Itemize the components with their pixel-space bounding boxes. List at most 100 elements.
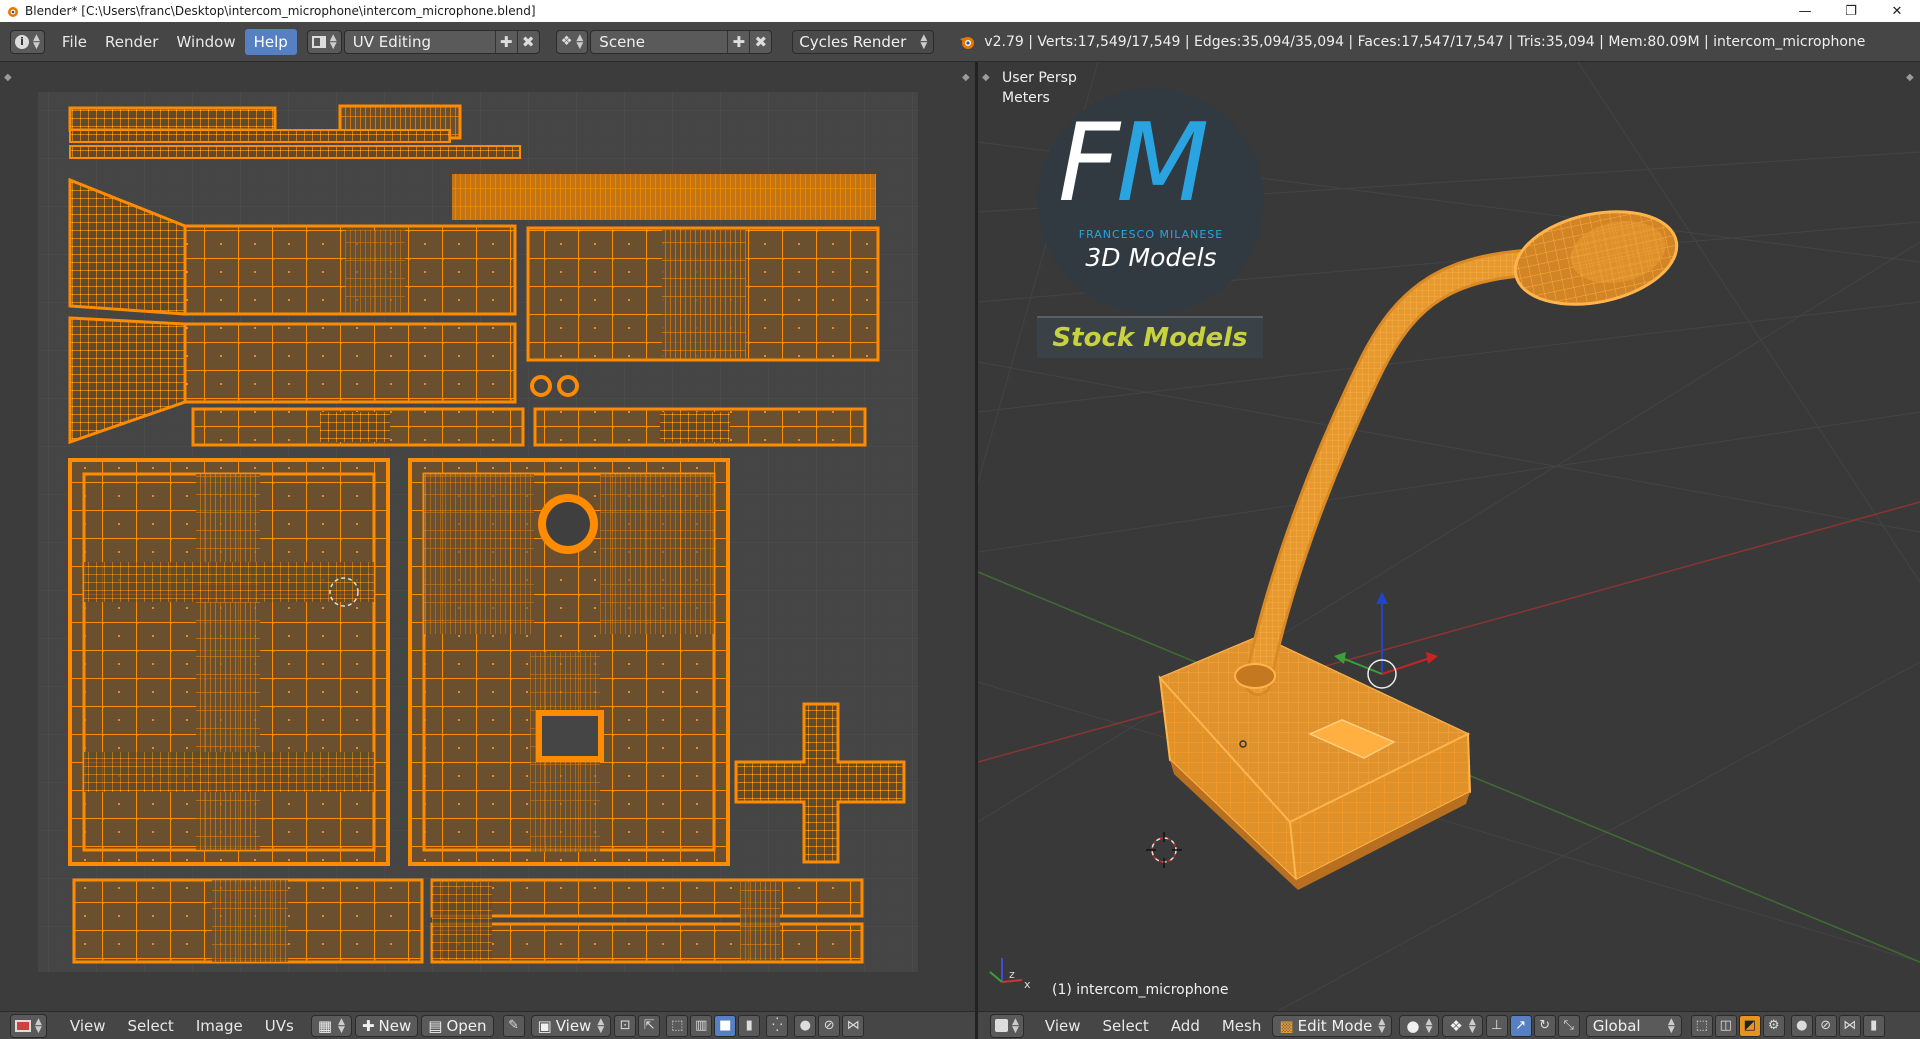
render-engine-select[interactable]: Cycles Render ▲ ▼: [792, 29, 935, 54]
viewport-editor-type-selector[interactable]: ▲ ▼: [990, 1013, 1024, 1038]
stock-models-badge: Stock Models: [1037, 316, 1263, 358]
restore-button[interactable]: ❐: [1828, 0, 1874, 22]
info-icon: i: [15, 34, 29, 49]
logo-subtitle: 3D Models: [1085, 243, 1217, 272]
scene-icon-button[interactable]: ❖ ▲ ▼: [555, 29, 589, 54]
vertex-select-icon[interactable]: ⬚: [1690, 1014, 1713, 1037]
updown-arrows-icon: ▲ ▼: [338, 1016, 345, 1035]
close-window-button[interactable]: ✕: [1874, 0, 1920, 22]
interaction-mode-label: Edit Mode: [1297, 1016, 1373, 1035]
window-title: Blender* [C:\Users\franc\Desktop\interco…: [25, 4, 536, 18]
minimize-button[interactable]: —: [1782, 0, 1828, 22]
menu-file[interactable]: File: [53, 29, 96, 55]
uv-menu-view[interactable]: View: [59, 1017, 117, 1035]
toolshelf-toggle-icon[interactable]: ◆: [4, 72, 12, 83]
pivot-icon[interactable]: ⊡: [614, 1014, 637, 1037]
axis-x-label: x: [1024, 978, 1031, 991]
vp-menu-add[interactable]: Add: [1160, 1017, 1211, 1035]
pivot-point-select[interactable]: ❖ ▲ ▼: [1442, 1014, 1483, 1037]
vp-menu-view[interactable]: View: [1034, 1017, 1092, 1035]
occlude-geometry-icon[interactable]: ⚙: [1762, 1014, 1785, 1037]
proportional-edit-icon[interactable]: ●: [1790, 1014, 1813, 1037]
manipulator-toggle-icon[interactable]: ⊥: [1485, 1014, 1508, 1037]
transform-orientation-select[interactable]: Global ▲ ▼: [1585, 1014, 1682, 1037]
vertex-select-icon[interactable]: ⬚: [666, 1014, 689, 1037]
blender-logo-icon: [960, 36, 975, 49]
image-browse-icon: ▦: [317, 1016, 333, 1035]
3d-viewport[interactable]: User Persp Meters FM FRANCESCO MILANESE …: [978, 62, 1920, 1011]
vp-menu-mesh[interactable]: Mesh: [1211, 1017, 1273, 1035]
render-preview-icon[interactable]: ▮: [1862, 1014, 1885, 1037]
menu-window[interactable]: Window: [167, 29, 244, 55]
image-editor-icon: [15, 1019, 31, 1032]
rotate-manipulator-icon[interactable]: ↻: [1533, 1014, 1556, 1037]
updown-arrows-icon: ▲ ▼: [920, 32, 928, 51]
uv-image-editor[interactable]: ◆ ◆: [0, 62, 975, 1011]
sticky-mode-icon[interactable]: ⁛: [766, 1014, 789, 1037]
edge-select-icon[interactable]: ▥: [690, 1014, 713, 1037]
screen-layout-icon-button[interactable]: ▲ ▼: [306, 29, 342, 54]
open-image-button[interactable]: ▤ Open: [421, 1014, 494, 1037]
proportional-edit-icon[interactable]: ●: [794, 1014, 817, 1037]
view-name: User Persp: [1002, 70, 1077, 86]
logo-author: FRANCESCO MILANESE: [1078, 228, 1224, 241]
updown-arrows-icon: ▲ ▼: [329, 32, 337, 51]
updown-arrows-icon: ▲ ▼: [35, 1016, 42, 1035]
properties-toggle-icon[interactable]: ◆: [1906, 72, 1914, 83]
menu-render[interactable]: Render: [96, 29, 167, 55]
screen-layout-field[interactable]: UV Editing ✚ ✖: [343, 29, 540, 54]
solid-shading-icon: ●: [1406, 1016, 1420, 1035]
axis-z-label: z: [1009, 968, 1015, 981]
screen-layout-icon: [311, 35, 326, 48]
snap-icon[interactable]: ⊘: [818, 1014, 841, 1037]
edge-select-icon[interactable]: ◫: [1714, 1014, 1737, 1037]
pivot-point-icon: ❖: [1449, 1016, 1463, 1035]
updown-arrows-icon: ▲ ▼: [1378, 1016, 1386, 1035]
watermark-logo: FM FRANCESCO MILANESE 3D Models: [1038, 88, 1264, 314]
new-image-button[interactable]: ✚ New: [354, 1014, 419, 1037]
remove-screen-icon[interactable]: ✖: [516, 30, 539, 53]
units-label: Meters: [1002, 90, 1050, 106]
plus-icon: ✚: [361, 1016, 375, 1035]
uv-menu-image[interactable]: Image: [185, 1017, 254, 1035]
snap-target-icon[interactable]: ⋈: [1838, 1014, 1861, 1037]
island-select-icon[interactable]: ▮: [738, 1014, 761, 1037]
browse-image-button[interactable]: ▦ ▲ ▼: [310, 1014, 352, 1037]
sync-selection-icon[interactable]: ⇱: [638, 1014, 661, 1037]
updown-arrows-icon: ▲ ▼: [1012, 1016, 1019, 1035]
translate-manipulator-icon[interactable]: ↗: [1509, 1014, 1532, 1037]
logo-letter-m: M: [1116, 101, 1209, 226]
toolshelf-toggle-icon[interactable]: ◆: [982, 72, 990, 83]
uv-editor-type-selector[interactable]: ▲ ▼: [10, 1013, 47, 1038]
add-screen-icon[interactable]: ✚: [494, 30, 517, 53]
face-select-icon[interactable]: ◩: [1738, 1014, 1761, 1037]
remove-scene-icon[interactable]: ✖: [749, 30, 771, 53]
scale-manipulator-icon[interactable]: ⤡: [1557, 1014, 1580, 1037]
uv-editor-header: ▲ ▼ View Select Image UVs ▦ ▲ ▼ ✚ New ▤ Open …: [0, 1011, 975, 1039]
viewport-header: ▲ ▼ View Select Add Mesh ▩ Edit Mode ▲ ▼ ● ▲ ▼…: [978, 1011, 1920, 1039]
add-scene-icon[interactable]: ✚: [727, 30, 749, 53]
pin-icon[interactable]: ✎: [502, 1014, 525, 1037]
image-mode-select[interactable]: ▣ View ▲ ▼: [530, 1014, 612, 1037]
shading-select[interactable]: ● ▲ ▼: [1399, 1014, 1440, 1037]
scene-field[interactable]: Scene ✚ ✖: [590, 29, 773, 54]
properties-toggle-icon[interactable]: ◆: [962, 72, 970, 83]
uv-canvas[interactable]: [0, 62, 975, 1011]
info-header: i ▲ ▼ File Render Window Help ▲ ▼ UV Editi…: [0, 22, 1920, 62]
scene-icon: ❖: [560, 34, 573, 49]
vp-menu-select[interactable]: Select: [1092, 1017, 1160, 1035]
editor-type-selector[interactable]: i ▲ ▼: [10, 29, 45, 54]
logo-letters: FM: [1058, 110, 1209, 218]
orientation-label: Global: [1592, 1016, 1641, 1035]
snap-icon[interactable]: ⊘: [1814, 1014, 1837, 1037]
uv-menu-select[interactable]: Select: [117, 1017, 185, 1035]
updown-arrows-icon: ▲ ▼: [597, 1016, 605, 1035]
uv-menu-uvs[interactable]: UVs: [254, 1017, 305, 1035]
image-mode-icon: ▣: [537, 1016, 552, 1035]
interaction-mode-select[interactable]: ▩ Edit Mode ▲ ▼: [1272, 1014, 1393, 1037]
axis-indicator: [989, 958, 1023, 983]
menu-help[interactable]: Help: [244, 28, 297, 55]
render-engine-name: Cycles Render: [799, 32, 907, 51]
snap-target-icon[interactable]: ⋈: [842, 1014, 865, 1037]
face-select-icon[interactable]: ■: [714, 1014, 737, 1037]
